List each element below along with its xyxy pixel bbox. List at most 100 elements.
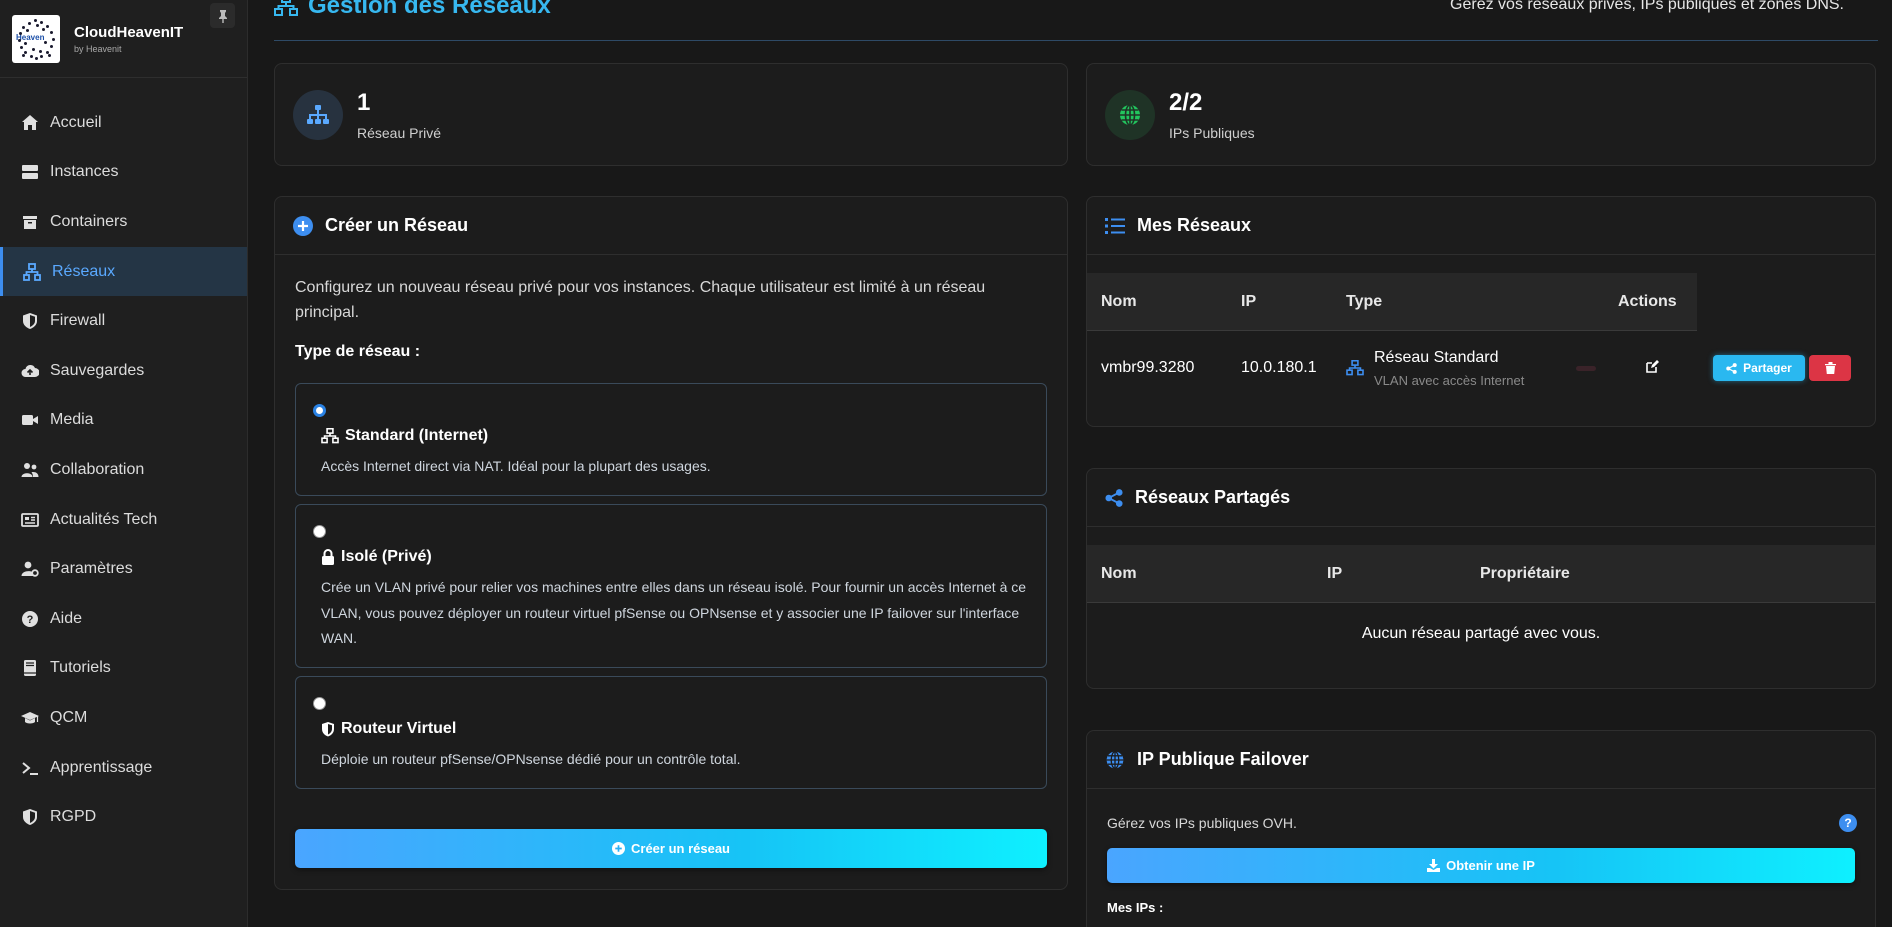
stat-public-label: IPs Publiques [1169,124,1255,141]
plus-circle-icon [293,215,313,236]
my-networks-card: Mes Réseaux Nom IP Type Actions vmbr99.3… [1086,196,1876,427]
sidebar-item-label: Collaboration [50,460,145,478]
column-type: Type [1346,292,1383,310]
sidebar-item-reseaux[interactable]: Réseaux [0,246,247,297]
option-router[interactable]: Routeur Virtuel Déploie un routeur pfSen… [295,676,1047,789]
sidebar-item-label: Instances [50,163,119,181]
option-standard[interactable]: Standard (Internet) Accès Internet direc… [295,383,1047,496]
shared-networks-title: Réseaux Partagés [1135,487,1291,507]
sidebar-item-label: Media [50,411,94,429]
sidebar-nav: Accueil Instances Containers Réseaux Firewal… [0,78,247,842]
radio-isolated[interactable] [313,525,326,538]
stat-public-ips: 2/2 IPs Publiques [1086,63,1876,166]
sidebar-item-apprentissage[interactable]: Apprentissage [0,743,247,793]
option-standard-desc: Accès Internet direct via NAT. Idéal pou… [321,458,711,474]
create-network-button-label: Créer un réseau [631,841,730,856]
create-network-title: Créer un Réseau [325,215,469,235]
sidebar-item-qcm[interactable]: QCM [0,693,247,743]
option-router-title: Routeur Virtuel [321,720,456,738]
sidebar-item-aide[interactable]: ? Aide [0,594,247,644]
share-network-button[interactable]: Partager [1713,355,1805,381]
sidebar-item-tutoriels[interactable]: Tutoriels [0,644,247,694]
shared-networks-card: Réseaux Partagés Nom IP Propriétaire Auc… [1086,468,1876,689]
logo-dot [44,40,47,44]
sidebar-item-label: Sauvegardes [50,361,145,379]
box-icon [20,212,40,232]
sidebar-item-actualites-tech[interactable]: Actualités Tech [0,495,247,545]
column-owner: Propriétaire [1480,564,1570,582]
lock-icon [322,549,334,565]
plus-circle-icon [612,842,625,855]
video-icon [20,410,40,430]
sidebar-item-parametres[interactable]: Paramètres [0,544,247,594]
sidebar-item-label: Accueil [50,113,102,131]
logo-dot [18,38,21,42]
get-ip-button[interactable]: Obtenir une IP [1107,848,1855,883]
failover-header: IP Publique Failover [1087,731,1875,789]
shared-networks-header: Réseaux Partagés [1087,469,1875,527]
sidebar-item-accueil[interactable]: Accueil [0,98,247,148]
create-network-button[interactable]: Créer un réseau [295,829,1047,868]
brand-subtitle: by Heavenit [74,43,122,54]
shield-half-icon [20,807,40,827]
logo-dot [42,27,45,31]
logo-dot [19,31,22,35]
sidebar-item-label: RGPD [50,808,97,826]
logo-dot [28,21,31,25]
sidebar-item-label: QCM [50,708,88,726]
brand-name: CloudHeavenIT [74,23,184,41]
my-ips-label: Mes IPs : [1107,900,1164,915]
network-type: Réseau Standard [1374,349,1499,366]
pin-sidebar-button[interactable] [210,3,235,28]
my-networks-header: Mes Réseaux [1087,197,1875,255]
sidebar-item-containers[interactable]: Containers [0,197,247,247]
terminal-icon [20,758,40,778]
logo-dot [48,53,51,57]
sidebar-item-rgpd[interactable]: RGPD [0,792,247,842]
page-description: Gérez vos réseaux privés, IPs publiques … [1450,0,1844,13]
column-nom: Nom [1101,564,1137,582]
sidebar-item-media[interactable]: Media [0,396,247,446]
sidebar-item-instances[interactable]: Instances [0,148,247,198]
column-actions: Actions [1618,292,1677,310]
logo-dot [39,49,42,53]
sidebar: Heaven CloudHeavenIT by Heavenit Accueil… [0,0,248,927]
logo-dot [36,23,39,27]
sidebar-item-collaboration[interactable]: Collaboration [0,445,247,495]
stat-private-label: Réseau Privé [357,124,442,141]
list-icon [1105,217,1125,234]
stat-private-value: 1 [357,88,371,116]
logo-dot [24,41,27,45]
globe-icon [1120,103,1140,126]
option-isolated[interactable]: Isolé (Privé) Crée un VLAN privé pour re… [295,504,1047,668]
sidebar-item-label: Paramètres [50,560,133,578]
create-network-intro: Configurez un nouveau réseau privé pour … [295,279,986,321]
sidebar-item-firewall[interactable]: Firewall [0,296,247,346]
logo-dot [30,54,33,58]
radio-router[interactable] [313,697,326,710]
option-isolated-title: Isolé (Privé) [321,548,432,566]
sidebar-item-sauvegardes[interactable]: Sauvegardes [0,346,247,396]
radio-standard[interactable] [313,404,326,417]
sidebar-item-label: Réseaux [52,262,116,280]
help-button[interactable]: ? [1839,814,1857,832]
download-icon [1427,859,1441,872]
option-standard-label: Standard (Internet) [345,427,489,444]
delete-network-button[interactable] [1809,355,1851,381]
logo-dot [52,37,55,41]
page-title-text: Gestion des Réseaux [308,0,551,19]
logo-dot [20,45,23,49]
failover-title: IP Publique Failover [1137,749,1309,769]
page-title: Gestion des Réseaux [274,0,551,20]
network-icon [274,0,298,16]
logo-dot [40,54,43,58]
option-standard-title: Standard (Internet) [321,427,488,445]
network-name: vmbr99.3280 [1101,359,1195,376]
share-button-label: Partager [1743,361,1792,375]
logo-dot [24,50,27,54]
edit-network-button[interactable] [1645,360,1659,379]
option-router-label: Routeur Virtuel [341,720,457,737]
sidebar-item-label: Firewall [50,312,106,330]
failover-card: IP Publique Failover Gérez vos IPs publi… [1086,730,1876,927]
pin-icon [218,9,227,23]
